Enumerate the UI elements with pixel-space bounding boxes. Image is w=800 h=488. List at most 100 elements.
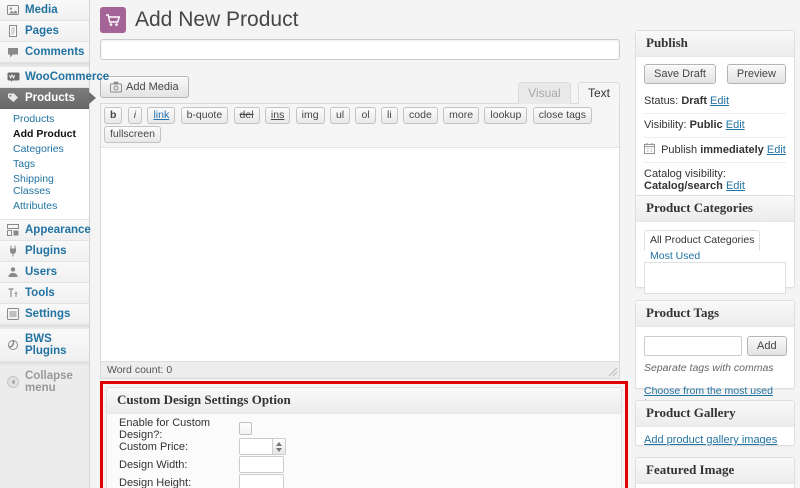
edit-schedule-link[interactable]: Edit xyxy=(767,144,786,156)
publish-minor-actions: Save Draft Preview xyxy=(636,57,794,90)
editor-status-bar: Word count: 0 xyxy=(101,361,619,378)
product-categories-title: Product Categories xyxy=(636,196,794,222)
sidebar-item-media[interactable]: Media xyxy=(0,0,89,21)
sidebar-subitem-shipping-classes[interactable]: Shipping Classes xyxy=(0,172,89,199)
quicktag-fullscreen-button[interactable]: fullscreen xyxy=(104,126,161,143)
price-spinner[interactable] xyxy=(272,439,285,454)
sidebar-item-appearance[interactable]: Appearance xyxy=(0,220,91,241)
quicktag-more-button[interactable]: more xyxy=(443,107,480,124)
quicktag-closetags-button[interactable]: close tags xyxy=(532,107,592,124)
sidebar-item-label: Pages xyxy=(25,25,59,37)
resize-grip-icon[interactable] xyxy=(606,365,618,377)
spinner-up-icon[interactable] xyxy=(276,439,282,446)
custom-design-body: Enable for Custom Design?: Custom Price:… xyxy=(107,414,621,488)
quicktags-toolbar: b i link b-quote del ins img ul ol li co… xyxy=(101,104,619,148)
sidebar-item-settings[interactable]: Settings xyxy=(0,304,89,325)
add-gallery-images-link[interactable]: Add product gallery images xyxy=(644,434,777,446)
custom-price-input[interactable] xyxy=(240,439,272,454)
content-textarea[interactable] xyxy=(101,148,619,361)
sidebar-item-label: Users xyxy=(25,266,57,278)
add-media-button[interactable]: Add Media xyxy=(100,76,189,98)
new-tag-input[interactable] xyxy=(644,336,742,356)
sidebar-item-pages[interactable]: Pages xyxy=(0,21,89,42)
editor-mode-tabs: Visual Text xyxy=(514,82,620,104)
schedule-value: immediately xyxy=(700,144,764,156)
quicktag-code-button[interactable]: code xyxy=(403,107,438,124)
woocommerce-icon xyxy=(6,71,20,83)
quicktag-lookup-button[interactable]: lookup xyxy=(484,107,528,124)
tab-visual[interactable]: Visual xyxy=(518,82,571,104)
edit-catalog-visibility-link[interactable]: Edit xyxy=(726,180,745,192)
design-height-input[interactable] xyxy=(239,474,284,488)
preview-button[interactable]: Preview xyxy=(726,64,786,84)
quicktag-link-button[interactable]: link xyxy=(147,107,176,124)
page-header: Add New Product xyxy=(100,6,620,34)
sidebar-item-products[interactable]: Products xyxy=(0,88,96,109)
add-media-icon xyxy=(110,81,122,93)
quicktag-img-button[interactable]: img xyxy=(295,107,325,124)
sidebar-item-label: Products xyxy=(25,92,75,104)
product-categories-box: Product Categories All Product Categorie… xyxy=(635,195,795,327)
product-tags-title: Product Tags xyxy=(636,301,794,327)
enable-custom-design-checkbox[interactable] xyxy=(239,422,252,435)
editor-tools: Add Media Visual Text xyxy=(100,76,620,104)
design-width-label: Design Width: xyxy=(119,458,188,471)
design-width-row: Design Width: xyxy=(119,456,609,473)
product-tags-box: Product Tags Add Separate tags with comm… xyxy=(635,300,795,409)
product-gallery-title: Product Gallery xyxy=(636,401,794,427)
calendar-icon xyxy=(644,143,655,154)
page-title: Add New Product xyxy=(135,8,299,31)
plugins-icon xyxy=(6,245,20,257)
quicktag-bquote-button[interactable]: b-quote xyxy=(180,107,229,124)
product-title-input[interactable] xyxy=(100,39,620,60)
quicktag-ul-button[interactable]: ul xyxy=(329,107,351,124)
collapse-menu-button[interactable]: Collapse menu xyxy=(0,366,89,398)
sidebar-subitem-products[interactable]: Products xyxy=(0,112,89,127)
quicktag-li-button[interactable]: li xyxy=(381,107,398,124)
sidebar-subitem-categories[interactable]: Categories xyxy=(0,142,89,157)
sidebar-item-tools[interactable]: Tools xyxy=(0,283,89,304)
custom-design-highlight: Custom Design Settings Option Enable for… xyxy=(100,381,628,488)
sidebar-item-woocommerce[interactable]: WooCommerce xyxy=(0,67,109,88)
users-icon xyxy=(6,266,20,278)
sidebar-subitem-add-product[interactable]: Add Product xyxy=(0,127,89,142)
edit-status-link[interactable]: Edit xyxy=(710,95,729,107)
featured-image-box: Featured Image Set featured image xyxy=(635,457,795,488)
sidebar-item-plugins[interactable]: Plugins xyxy=(0,241,89,262)
tab-text[interactable]: Text xyxy=(577,82,620,104)
quicktag-del-button[interactable]: del xyxy=(233,107,260,124)
status-value: Draft xyxy=(681,95,707,107)
category-list-panel[interactable] xyxy=(644,262,786,294)
quicktag-i-button[interactable]: i xyxy=(127,107,143,124)
spinner-down-icon[interactable] xyxy=(276,447,282,455)
sidebar-item-label: Settings xyxy=(25,308,71,320)
word-count: Word count: 0 xyxy=(107,364,173,376)
sidebar-subitem-tags[interactable]: Tags xyxy=(0,157,89,172)
sidebar-subitem-attributes[interactable]: Attributes xyxy=(0,199,89,214)
custom-price-field xyxy=(239,438,286,455)
sidebar-item-bws-plugins[interactable]: BWS Plugins xyxy=(0,329,89,362)
sidebar-item-comments[interactable]: Comments xyxy=(0,42,89,63)
quicktag-b-button[interactable]: b xyxy=(104,107,123,124)
tab-most-used[interactable]: Most Used xyxy=(650,250,700,262)
appearance-icon xyxy=(6,224,20,236)
sidebar-item-label: Media xyxy=(25,4,58,16)
media-icon xyxy=(6,4,20,16)
custom-design-postbox: Custom Design Settings Option Enable for… xyxy=(106,387,622,488)
quicktag-ins-button[interactable]: ins xyxy=(264,107,291,124)
add-tag-button[interactable]: Add xyxy=(747,336,787,356)
comments-icon xyxy=(6,46,20,58)
schedule-label: Publish xyxy=(661,144,698,156)
quicktag-ol-button[interactable]: ol xyxy=(355,107,376,124)
design-height-row: Design Height: xyxy=(119,474,609,488)
products-submenu: Products Add Product Categories Tags Shi… xyxy=(0,109,89,220)
edit-visibility-link[interactable]: Edit xyxy=(726,119,745,131)
status-label: Status: xyxy=(644,95,679,107)
design-height-label: Design Height: xyxy=(119,476,192,488)
sidebar-item-users[interactable]: Users xyxy=(0,262,89,283)
tag-input-row: Add xyxy=(636,327,794,360)
tab-all-categories[interactable]: All Product Categories xyxy=(644,230,761,251)
catalog-visibility-row: Catalog visibility: Catalog/search Edit xyxy=(644,162,786,198)
save-draft-button[interactable]: Save Draft xyxy=(644,64,716,84)
design-width-input[interactable] xyxy=(239,456,284,473)
